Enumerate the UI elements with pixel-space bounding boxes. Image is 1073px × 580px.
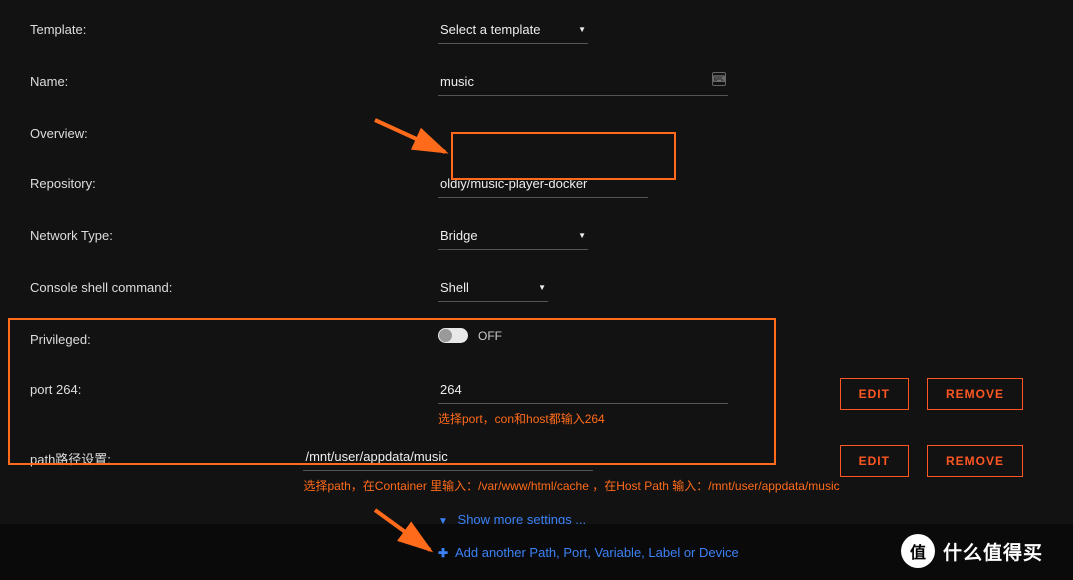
docker-config-form: Template: Select a template ▼ Name: musi… [0, 0, 1073, 494]
name-row: Name: music ⌨ [30, 70, 1043, 96]
caret-icon: ▼ [538, 283, 546, 292]
network-type-row: Network Type: Bridge ▼ [30, 224, 1043, 250]
port-hint: 选择port，con和host都输入264 [438, 410, 728, 427]
network-type-label: Network Type: [30, 224, 438, 243]
template-label: Template: [30, 18, 438, 37]
port-label: port 264: [30, 378, 438, 397]
name-input[interactable]: music [438, 70, 728, 96]
repository-label: Repository: [30, 172, 438, 191]
console-shell-select[interactable]: Shell ▼ [438, 276, 548, 302]
template-select[interactable]: Select a template ▼ [438, 18, 588, 44]
edit-button[interactable]: EDIT [840, 445, 909, 477]
name-label: Name: [30, 70, 438, 89]
port-input[interactable]: 264 [438, 378, 728, 404]
badge-text: 什么值得买 [943, 538, 1043, 565]
template-row: Template: Select a template ▼ [30, 18, 1043, 44]
caret-icon: ▼ [578, 231, 586, 240]
console-shell-row: Console shell command: Shell ▼ [30, 276, 1043, 302]
console-shell-label: Console shell command: [30, 276, 438, 295]
toggle-track [438, 328, 468, 343]
keyboard-icon: ⌨ [712, 72, 726, 86]
add-another-label: Add another Path, Port, Variable, Label … [455, 545, 739, 560]
path-label: path路径设置: [30, 445, 303, 468]
port-actions: EDIT REMOVE [840, 378, 1043, 410]
toggle-knob [439, 329, 452, 342]
remove-button[interactable]: REMOVE [927, 445, 1023, 477]
template-value: Select a template [440, 22, 540, 37]
privileged-row: Privileged: OFF [30, 328, 1043, 352]
console-shell-value: Shell [440, 280, 469, 295]
overview-label: Overview: [30, 122, 438, 141]
port-mapping-row: port 264: 264 选择port，con和host都输入264 EDIT… [30, 378, 1043, 427]
network-type-value: Bridge [440, 228, 478, 243]
privileged-toggle[interactable]: OFF [438, 328, 502, 343]
path-input[interactable]: /mnt/user/appdata/music [303, 445, 593, 471]
badge-icon: 值 [901, 534, 935, 568]
caret-icon: ▼ [578, 25, 586, 34]
remove-button[interactable]: REMOVE [927, 378, 1023, 410]
repository-input[interactable]: oldiy/music-player-docker [438, 172, 648, 198]
path-hint: 选择path，在Container 里输入：/var/www/html/cach… [303, 477, 839, 494]
edit-button[interactable]: EDIT [840, 378, 909, 410]
repository-row: Repository: oldiy/music-player-docker [30, 172, 1043, 198]
path-mapping-row: path路径设置: /mnt/user/appdata/music 选择path… [30, 445, 1043, 494]
smzdm-badge: 值 什么值得买 [901, 534, 1043, 568]
privileged-value: OFF [478, 329, 502, 343]
plus-icon: ✚ [438, 546, 448, 560]
path-actions: EDIT REMOVE [840, 445, 1043, 477]
network-type-select[interactable]: Bridge ▼ [438, 224, 588, 250]
privileged-label: Privileged: [30, 328, 438, 347]
overview-row: Overview: [30, 122, 1043, 146]
add-another-link[interactable]: ✚ Add another Path, Port, Variable, Labe… [438, 545, 739, 560]
